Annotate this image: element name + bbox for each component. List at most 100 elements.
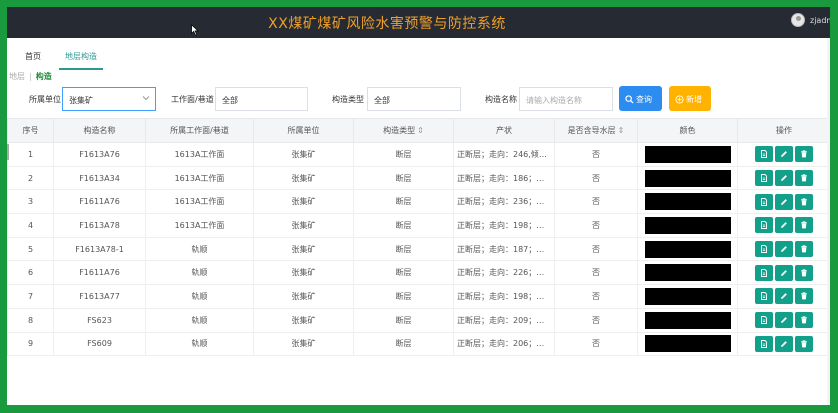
search-button[interactable]: 查询: [619, 86, 662, 111]
sort-icon[interactable]: ⇕: [618, 126, 625, 135]
view-button[interactable]: [755, 335, 773, 352]
col-header-water[interactable]: 是否含导水层 ⇕: [554, 118, 638, 143]
cell-actions: [737, 260, 830, 286]
edit-button[interactable]: [775, 170, 793, 187]
name-search-placeholder: 请输入构造名称: [526, 96, 582, 105]
table-row[interactable]: 1 F1613A76 1613A工作面 张集矿 断层 正断层；走向：246,倾向：... 否: [7, 142, 830, 167]
cell-type: 断层: [353, 307, 454, 333]
breadcrumb-parent[interactable]: 地层: [9, 72, 25, 81]
tab-home[interactable]: 首页: [19, 51, 47, 68]
chevron-down-icon: [142, 96, 150, 101]
cell-name: F1611A76: [53, 189, 146, 215]
delete-button[interactable]: [795, 193, 813, 210]
delete-button[interactable]: [795, 288, 813, 305]
table-row[interactable]: 3 F1611A76 1613A工作面 张集矿 断层 正断层；走向：236；倾... 否: [7, 189, 830, 215]
edit-button[interactable]: [775, 241, 793, 258]
type-input[interactable]: 全部: [367, 87, 461, 111]
color-swatch: [644, 311, 731, 329]
color-swatch: [644, 216, 731, 234]
table-row[interactable]: 2 F1613A34 1613A工作面 张集矿 断层 正断层；走向：186；倾... 否: [7, 165, 830, 191]
face-input[interactable]: 全部: [215, 87, 308, 111]
row-actions: [755, 193, 813, 210]
color-swatch: [644, 335, 731, 353]
document-icon: [760, 292, 768, 301]
col-header-unit: 所属单位: [253, 118, 354, 143]
cell-type: 断层: [353, 165, 454, 191]
cell-type: 断层: [353, 331, 454, 357]
cell-unit: 张集矿: [253, 213, 354, 238]
breadcrumb-current: 构造: [35, 72, 52, 81]
pencil-icon: [780, 198, 788, 206]
cell-color: [637, 236, 738, 262]
cell-actions: [737, 284, 830, 309]
sort-icon[interactable]: ⇕: [417, 126, 424, 135]
cell-attitude: 正断层；走向：187；倾...: [453, 236, 555, 262]
delete-button[interactable]: [795, 241, 813, 258]
cell-actions: [737, 213, 830, 238]
cell-no: 7: [7, 284, 54, 309]
view-button[interactable]: [755, 312, 773, 329]
cell-unit: 张集矿: [253, 284, 354, 309]
table-row[interactable]: 4 F1613A78 1613A工作面 张集矿 断层 正断层；走向：198；倾... 否: [7, 213, 830, 238]
cell-no: 1: [7, 142, 54, 167]
col-header-label: 所属工作面/巷道: [170, 126, 229, 135]
edit-button[interactable]: [775, 312, 793, 329]
name-search-input[interactable]: 请输入构造名称: [519, 87, 613, 111]
side-handle[interactable]: [7, 144, 9, 160]
cell-type: 断层: [353, 142, 454, 167]
cell-color: [637, 260, 738, 286]
view-button[interactable]: [755, 241, 773, 258]
view-button[interactable]: [755, 193, 773, 210]
user-name[interactable]: zjadmi: [810, 16, 830, 25]
edit-button[interactable]: [775, 217, 793, 234]
delete-button[interactable]: [795, 335, 813, 352]
cell-name: F1613A76: [53, 142, 146, 167]
edit-button[interactable]: [775, 146, 793, 163]
edit-button[interactable]: [775, 335, 793, 352]
col-header-label: 颜色: [679, 126, 696, 135]
cell-color: [637, 213, 738, 238]
table-row[interactable]: 9 FS609 轨顺 张集矿 断层 正断层；走向：206；倾... 否: [7, 331, 830, 357]
cell-actions: [737, 331, 830, 357]
scrollbar[interactable]: [827, 38, 830, 405]
table-row[interactable]: 6 F1611A76 轨顺 张集矿 断层 正断层；走向：226；倾... 否: [7, 260, 830, 286]
table-row[interactable]: 5 F1613A78-1 轨顺 张集矿 断层 正断层；走向：187；倾... 否: [7, 236, 830, 262]
cell-no: 6: [7, 260, 54, 286]
tab-strata-structure[interactable]: 地层构造: [59, 51, 103, 70]
delete-button[interactable]: [795, 264, 813, 281]
trash-icon: [800, 292, 808, 300]
cell-water: 否: [554, 260, 638, 286]
delete-button[interactable]: [795, 217, 813, 234]
cell-unit: 张集矿: [253, 165, 354, 191]
delete-button[interactable]: [795, 146, 813, 163]
document-icon: [760, 174, 768, 182]
cell-attitude: 正断层；走向：226；倾...: [453, 260, 555, 286]
edit-button[interactable]: [775, 193, 793, 210]
view-button[interactable]: [755, 146, 773, 163]
pencil-icon: [780, 150, 788, 158]
edit-button[interactable]: [775, 264, 793, 281]
avatar[interactable]: [791, 13, 805, 27]
cell-attitude: 正断层；走向：236；倾...: [453, 189, 555, 215]
delete-button[interactable]: [795, 170, 813, 187]
table-row[interactable]: 8 FS623 轨顺 张集矿 断层 正断层；走向：209；倾... 否: [7, 307, 830, 333]
delete-button[interactable]: [795, 312, 813, 329]
edit-button[interactable]: [775, 288, 793, 305]
table-row[interactable]: 7 F1613A77 轨顺 张集矿 断层 正断层；走向：198；倾... 否: [7, 284, 830, 309]
cell-name: F1613A34: [53, 165, 146, 191]
cell-actions: [737, 189, 830, 215]
cell-water: 否: [554, 142, 638, 167]
pencil-icon: [780, 269, 788, 277]
view-button[interactable]: [755, 264, 773, 281]
search-button-label: 查询: [636, 95, 652, 104]
cell-actions: [737, 142, 830, 167]
cell-unit: 张集矿: [253, 260, 354, 286]
col-header-type[interactable]: 构造类型 ⇕: [353, 118, 454, 143]
add-button[interactable]: 新增: [669, 86, 711, 111]
view-button[interactable]: [755, 288, 773, 305]
view-button[interactable]: [755, 217, 773, 234]
color-swatch: [644, 145, 731, 163]
unit-select[interactable]: 张集矿: [62, 87, 156, 111]
color-swatch: [644, 287, 731, 305]
view-button[interactable]: [755, 170, 773, 187]
